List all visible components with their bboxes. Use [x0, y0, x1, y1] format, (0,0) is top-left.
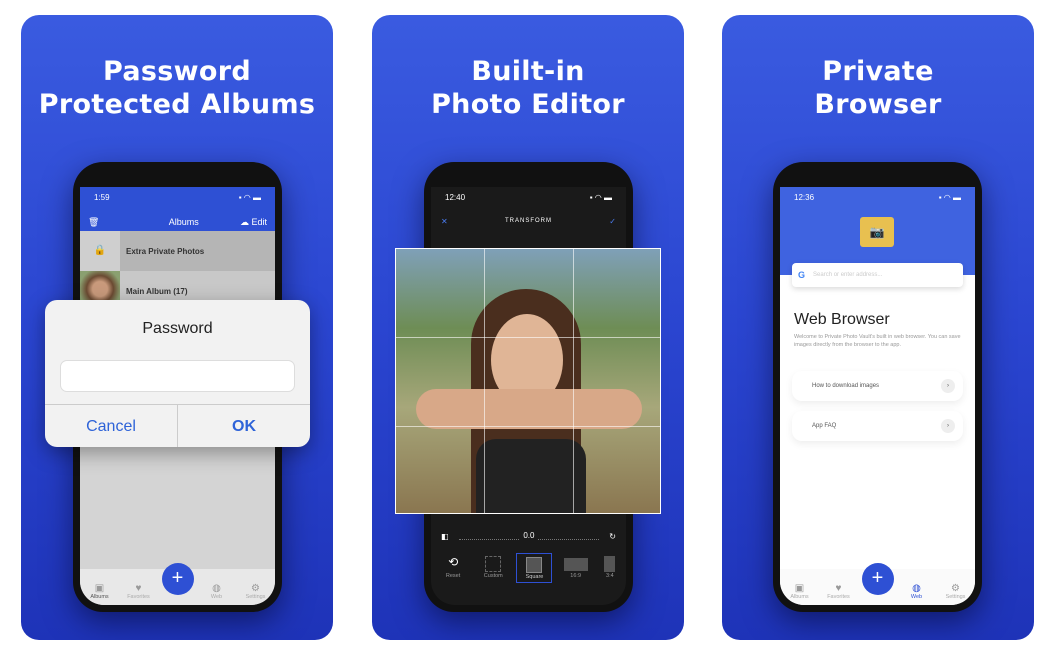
rotate-icon[interactable]: ↻ — [609, 532, 616, 541]
battery-icon: ▪ ◠ ▬ — [589, 193, 612, 202]
google-icon: G — [798, 270, 806, 280]
tab-web[interactable]: ◍ Web — [902, 583, 932, 600]
add-button[interactable]: + — [161, 563, 194, 595]
password-input[interactable] — [60, 360, 295, 392]
title-line: Browser — [814, 89, 942, 120]
tool-16-9[interactable]: 16:9 — [559, 553, 593, 583]
tool-custom[interactable]: Custom — [476, 553, 510, 583]
vault-folder-icon: 📷 — [860, 217, 894, 247]
album-row[interactable]: 🔒 Extra Private Photos — [80, 231, 275, 271]
screen-title: TRANSFORM — [505, 218, 552, 224]
title-line: Protected Albums — [38, 89, 316, 120]
flip-icon[interactable]: ◧ — [441, 532, 449, 541]
panel-title: Password Protected Albums — [21, 55, 333, 121]
tab-web[interactable]: ◍ Web — [202, 583, 232, 600]
battery-icon: ▪ ◠ ▬ — [238, 193, 261, 202]
globe-icon: ◍ — [212, 583, 221, 594]
status-time: 12:40 — [445, 193, 466, 202]
link-app-faq[interactable]: App FAQ › — [792, 411, 963, 441]
panel-title: Private Browser — [722, 55, 1034, 121]
close-icon[interactable]: ✕ — [441, 217, 448, 226]
crop-photo[interactable] — [395, 248, 661, 514]
cancel-button[interactable]: Cancel — [45, 405, 178, 447]
rotation-slider[interactable]: 0.0 — [458, 531, 600, 540]
gear-icon: ⚙ — [251, 583, 260, 594]
cloud-icon: ☁ — [239, 216, 249, 227]
tool-reset[interactable]: ⟲ Reset — [436, 553, 470, 583]
status-time: 1:59 — [94, 193, 110, 202]
panel-private-browser: Private Browser 12:36 ▪ ◠ ▬ 📷 G Search or e… — [722, 15, 1034, 640]
reset-icon: ⟲ — [448, 555, 459, 569]
tab-settings[interactable]: ⚙ Settings — [941, 583, 971, 600]
add-button[interactable]: + — [861, 563, 894, 595]
tool-3-4[interactable]: 3:4 — [599, 553, 621, 583]
chevron-right-icon: › — [941, 379, 955, 393]
password-dialog: Password Cancel OK — [45, 300, 310, 447]
tab-favorites[interactable]: ♥ Favorites — [824, 583, 854, 600]
panel-password-albums: Password Protected Albums 1:59 ▪ ◠ ▬ 🗑 Alb… — [21, 15, 333, 640]
screen-title: Albums — [168, 217, 199, 227]
battery-icon: ▪ ◠ ▬ — [938, 193, 961, 202]
panel-title: Built-in Photo Editor — [372, 55, 684, 121]
title-line: Password — [103, 56, 251, 87]
gear-icon: ⚙ — [951, 583, 960, 594]
status-time: 12:36 — [794, 193, 815, 202]
tool-square[interactable]: Square — [516, 553, 553, 583]
panel-photo-editor: Built-in Photo Editor 12:40 ▪ ◠ ▬ ✕ TRANSF… — [372, 15, 684, 640]
heart-icon: ♥ — [135, 583, 142, 594]
phone-mockup: 12:36 ▪ ◠ ▬ 📷 G Search or enter address...… — [773, 162, 982, 612]
dialog-title: Password — [142, 320, 213, 337]
title-line: Private — [822, 56, 934, 87]
title-line: Built-in — [471, 56, 585, 87]
tab-favorites[interactable]: ♥ Favorites — [124, 583, 154, 600]
search-input[interactable]: G Search or enter address... — [792, 263, 963, 287]
check-icon[interactable]: ✓ — [609, 217, 616, 226]
title-line: Photo Editor — [431, 89, 625, 120]
description: Welcome to Private Photo Vault's built i… — [794, 334, 961, 348]
tab-albums[interactable]: ▣ Albums — [785, 583, 815, 600]
heart-icon: ♥ — [835, 583, 842, 594]
albums-icon: ▣ — [794, 583, 805, 594]
chevron-right-icon: › — [941, 419, 955, 433]
link-how-to-download[interactable]: How to download images › — [792, 371, 963, 401]
tab-settings[interactable]: ⚙ Settings — [241, 583, 271, 600]
tab-albums[interactable]: ▣ Albums — [85, 583, 115, 600]
globe-icon: ◍ — [912, 583, 921, 594]
page-title: Web Browser — [794, 311, 890, 328]
albums-icon: ▣ — [94, 583, 105, 594]
trash-icon[interactable]: 🗑 — [88, 217, 99, 228]
ok-button[interactable]: OK — [178, 405, 310, 447]
edit-button[interactable]: ☁ Edit — [240, 217, 267, 228]
lock-icon: 🔒 — [80, 231, 120, 271]
